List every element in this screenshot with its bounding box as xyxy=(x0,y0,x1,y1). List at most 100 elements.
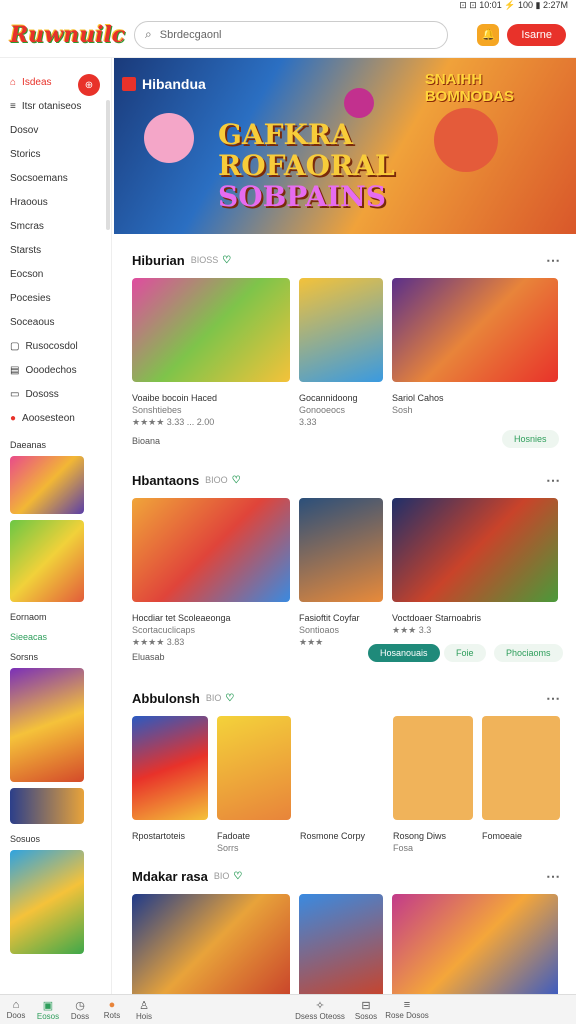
game-card[interactable]: Gocannidoong Gonooeocs 3.33 xyxy=(299,278,383,428)
section-header: Hbantaons BIOO ♡ ⋯ xyxy=(132,462,560,498)
nav-profile[interactable]: ♙ Hois xyxy=(128,999,160,1021)
hero-title: Hibandua xyxy=(122,76,206,92)
game-image xyxy=(299,498,383,602)
game-thumbnail[interactable] xyxy=(10,520,84,602)
section-subtitle: BIO xyxy=(205,693,222,703)
hero-banner[interactable]: Hibandua GAFKRA ROFAORAL SOBPAINS SNAIHH BO… xyxy=(114,58,576,234)
game-genre: Sorrs xyxy=(217,843,239,853)
game-thumbnail[interactable] xyxy=(10,668,84,782)
game-section: Mdakar rasa BIO ♡ ⋯ xyxy=(114,858,576,994)
game-image xyxy=(132,498,290,602)
sidebar-item[interactable]: Starsts xyxy=(10,238,111,262)
more-icon[interactable]: ⋯ xyxy=(546,868,560,885)
game-name: Voaibe bocoin Haced xyxy=(132,393,218,403)
nav-gifts[interactable]: ● Rots xyxy=(96,999,128,1020)
card-meta: Rpostartoteis xyxy=(132,830,208,842)
sidebar: ⌂ Isdeas ≡ Itsr otaniseos Dosov Storics So… xyxy=(0,58,112,994)
hero-headline: GAFKRA ROFAORAL SOBPAINS xyxy=(218,118,395,212)
game-thumbnail[interactable] xyxy=(10,456,84,514)
sidebar-item[interactable]: ▭ Dososs xyxy=(10,382,111,406)
section-title: Mdakar rasa xyxy=(132,868,208,884)
game-genre: Gonooeocs xyxy=(299,405,346,415)
add-button[interactable]: ⊕ xyxy=(78,74,100,96)
game-card[interactable]: Rosmone Corpy xyxy=(300,716,384,854)
sidebar-label: Smcras xyxy=(10,220,44,232)
more-icon[interactable]: ⋯ xyxy=(546,252,560,269)
game-card[interactable] xyxy=(132,894,290,994)
game-rating: ★★★★ 3.83 xyxy=(132,637,185,647)
section-subtitle: BIOSS xyxy=(190,255,219,265)
card-meta: Voaibe bocoin Haced Sonshtiebes ★★★★ 3.33 … xyxy=(132,392,290,428)
nav-label: Doos xyxy=(6,1011,26,1020)
sidebar-item[interactable]: ▤ Ooodechos xyxy=(10,358,111,382)
section-footer: Eluasab xyxy=(132,652,165,662)
sidebar-item[interactable]: Storics xyxy=(10,142,111,166)
list-icon: ≡ xyxy=(10,100,16,112)
sidebar-scrollbar[interactable] xyxy=(106,100,110,230)
action-button[interactable]: Hosnies xyxy=(502,430,559,448)
notification-icon[interactable]: 🔔 xyxy=(477,23,500,46)
game-card[interactable]: Sariol Cahos Sosh xyxy=(392,278,558,428)
action-button[interactable]: Phociaoms xyxy=(494,644,563,662)
more-icon[interactable]: ⋯ xyxy=(546,472,560,489)
game-thumbnail[interactable] xyxy=(10,788,84,824)
sidebar-item[interactable]: Hraoous xyxy=(10,190,111,214)
hero-line: GAFKRA xyxy=(218,118,353,151)
game-card[interactable]: Fasioftit Coyfar Sontioaos ★★★ xyxy=(299,498,383,648)
card-meta: Gocannidoong Gonooeocs 3.33 xyxy=(299,392,383,428)
more-icon[interactable]: ⋯ xyxy=(546,690,560,707)
game-card[interactable]: Voaibe bocoin Haced Sonshtiebes ★★★★ 3.33 … xyxy=(132,278,290,428)
sidebar-item[interactable]: Eocson xyxy=(10,262,111,286)
nav-events[interactable]: ✧ Dsess Oteoss xyxy=(290,999,350,1021)
game-image xyxy=(392,278,558,382)
nav-label: Sosos xyxy=(354,1011,378,1021)
game-card[interactable]: Fadoate Sorrs xyxy=(217,716,291,854)
character-art xyxy=(434,108,498,172)
sidebar-item[interactable]: Soceaous xyxy=(10,310,111,334)
game-rating: 3.33 xyxy=(299,417,317,427)
card-row: Rpostartoteis Fadoate Sorrs Rosmone Corpy… xyxy=(132,716,560,854)
nav-recent[interactable]: ◷ Doss xyxy=(64,999,96,1021)
hero-tag: SNAIHH BOMNODAS xyxy=(425,71,514,105)
sidebar-label: Aoosesteon xyxy=(22,412,75,424)
sidebar-label: Pocesies xyxy=(10,292,51,304)
sidebar-section-title: Sorsns xyxy=(10,652,39,662)
sidebar-label: Ooodechos xyxy=(25,364,77,376)
section-title: Hiburian xyxy=(132,252,185,268)
game-thumbnail[interactable] xyxy=(10,850,84,954)
app-logo[interactable]: Ruwnuilc xyxy=(10,22,125,48)
primary-action-button[interactable]: Hosanouais xyxy=(368,644,440,662)
search-input[interactable]: ⌕ Sbrdecgaonl xyxy=(134,20,448,49)
game-card[interactable]: Rpostartoteis xyxy=(132,716,208,854)
action-button[interactable]: Foie xyxy=(444,644,486,662)
nav-games[interactable]: ▣ Eosos xyxy=(32,999,64,1021)
character-art xyxy=(344,88,374,118)
game-rating: ★★★★ 3.33 ... 2.00 xyxy=(132,417,215,427)
game-genre: Sontioaos xyxy=(299,625,340,635)
sidebar-item[interactable]: ▢ Rusocosdol xyxy=(10,334,111,358)
sidebar-link[interactable]: Sieeacas xyxy=(10,632,111,642)
grid-icon: ▢ xyxy=(10,340,20,352)
sidebar-label: Soceaous xyxy=(10,316,55,328)
game-card[interactable] xyxy=(392,894,558,994)
sidebar-label: Starsts xyxy=(10,244,42,256)
game-genre: Scortacuclicaps xyxy=(132,625,196,635)
nav-store[interactable]: ⊟ Sosos xyxy=(350,999,382,1021)
game-card[interactable]: Rosong Diws Fosa xyxy=(393,716,473,854)
game-image xyxy=(392,498,558,602)
sidebar-item[interactable]: Dosov xyxy=(10,118,111,142)
home-icon: ⌂ xyxy=(12,999,20,1011)
signin-button[interactable]: Isarne xyxy=(507,23,566,46)
nav-home[interactable]: ⌂ Doos xyxy=(0,999,32,1020)
game-card[interactable]: Fomoeaie xyxy=(482,716,560,854)
game-card[interactable]: Hocdiar tet Scoleaeonga Scortacuclicaps ★★… xyxy=(132,498,290,648)
sidebar-item[interactable]: Smcras xyxy=(10,214,111,238)
sidebar-item[interactable]: ≡ Itsr otaniseos xyxy=(10,94,111,118)
sidebar-item[interactable]: Pocesies xyxy=(10,286,111,310)
game-card[interactable]: Voctdoaer Starnoabris ★★★ 3.3 xyxy=(392,498,558,648)
nav-menu[interactable]: ≡ Rose Dosos xyxy=(382,999,432,1020)
card-meta: Sariol Cahos Sosh xyxy=(392,392,558,416)
game-card[interactable] xyxy=(299,894,383,994)
sidebar-item[interactable]: Socsoemans xyxy=(10,166,111,190)
sidebar-item[interactable]: ● Aoosesteon xyxy=(10,406,111,430)
